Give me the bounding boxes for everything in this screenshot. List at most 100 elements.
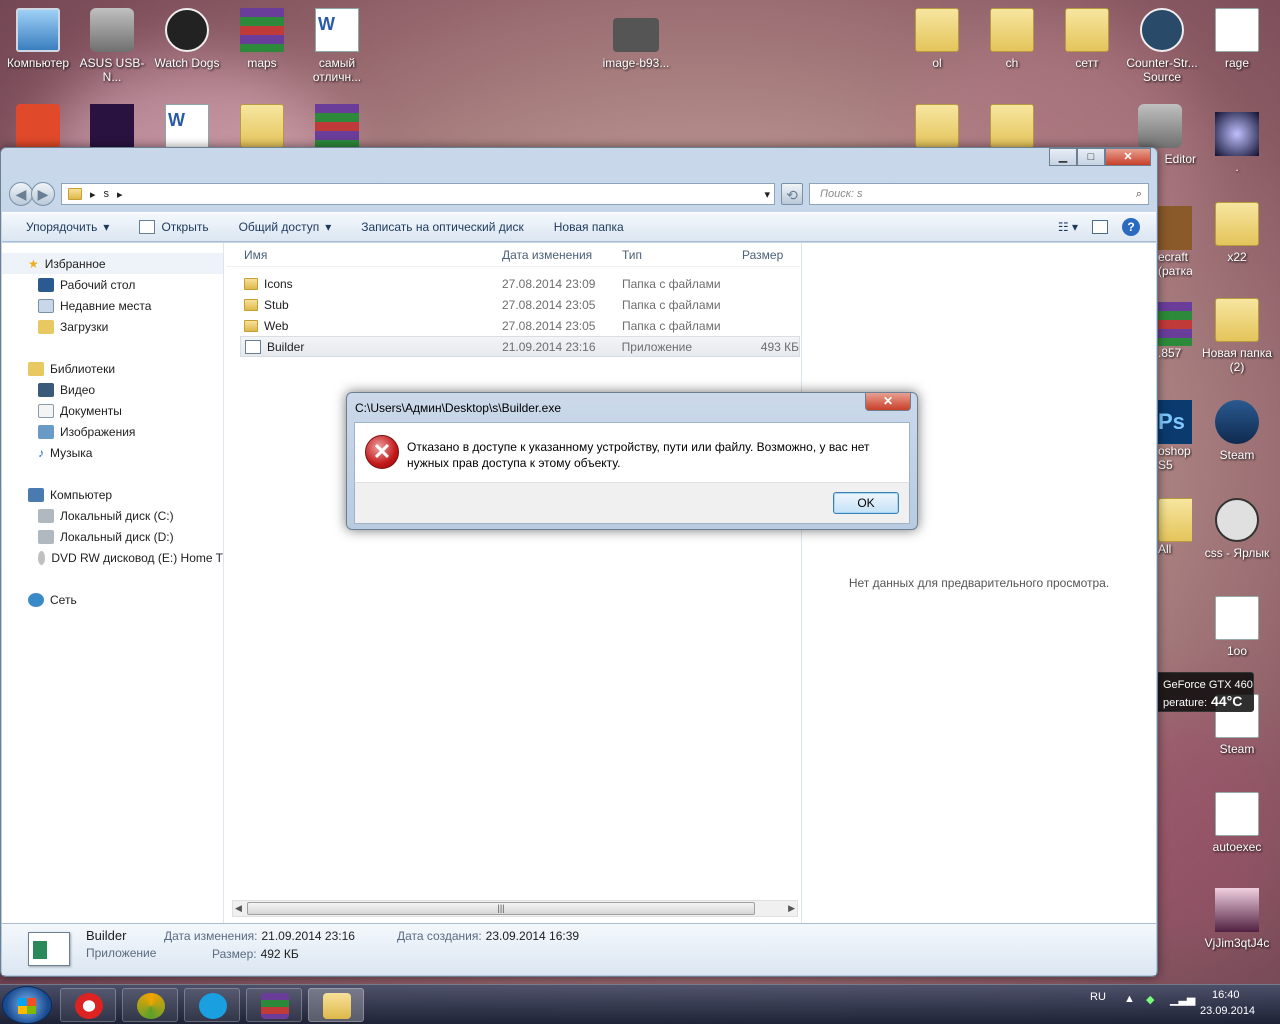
- folder-icon: [244, 277, 258, 290]
- folder-icon: [990, 104, 1034, 148]
- explorer-window: ▁ □ ✕ ◀ ▶ ▸ s ▸ ▾ ⟲ Поиск: s ⌕ Упорядочи…: [0, 147, 1158, 977]
- clock-time[interactable]: 16:40: [1212, 989, 1240, 1001]
- new-folder-button[interactable]: Новая папка: [554, 220, 624, 234]
- desktop-icon-word-doc[interactable]: самый отличн...: [299, 8, 375, 84]
- desktop-icon-minecraft[interactable]: ecraft (ратка): [1158, 206, 1192, 278]
- desktop-icon-asus[interactable]: ASUS USB-N...: [74, 8, 150, 84]
- desktop-icon-photoshop[interactable]: Ps oshop S5: [1158, 400, 1192, 472]
- taskbar-winrar[interactable]: [246, 988, 302, 1022]
- desktop-icon-photo[interactable]: VjJim3qtJ4c: [1199, 888, 1275, 950]
- desktop-icon-minecraft-monster[interactable]: [74, 104, 150, 152]
- error-dialog: C:\Users\Админ\Desktop\s\Builder.exe ✕ ✕…: [346, 392, 918, 530]
- nav-disk-d[interactable]: Локальный диск (D:): [2, 526, 223, 547]
- forward-button[interactable]: ▶: [31, 182, 55, 206]
- taskbar-skype[interactable]: [184, 988, 240, 1022]
- desktop-icon-new-folder-2[interactable]: Новая папка (2): [1199, 298, 1275, 374]
- computer-icon: [16, 8, 60, 52]
- scroll-left-icon[interactable]: ◀: [235, 903, 242, 914]
- preview-pane-icon[interactable]: [1092, 220, 1108, 234]
- minimize-button[interactable]: ▁: [1049, 148, 1077, 166]
- nav-images[interactable]: Изображения: [2, 421, 223, 442]
- search-input[interactable]: Поиск: s ⌕: [809, 183, 1149, 205]
- address-dropdown-icon[interactable]: ▾: [764, 188, 770, 201]
- help-icon[interactable]: ?: [1122, 218, 1140, 236]
- close-button[interactable]: ✕: [1105, 148, 1151, 166]
- game-icon: [90, 104, 134, 148]
- desktop-icon-maps[interactable]: maps: [224, 8, 300, 70]
- horizontal-scrollbar[interactable]: ◀ ||| ▶: [232, 900, 798, 917]
- nav-dvd[interactable]: DVD RW дисковод (E:) Home T: [2, 547, 223, 568]
- clock-date[interactable]: 23.09.2014: [1200, 1005, 1255, 1017]
- desktop-icon-pdf[interactable]: [0, 104, 76, 152]
- nav-disk-c[interactable]: Локальный диск (C:): [2, 505, 223, 526]
- breadcrumb-chevron-icon[interactable]: ▸: [117, 188, 123, 201]
- desktop-icon-space[interactable]: .: [1199, 112, 1275, 174]
- nvidia-tray-icon[interactable]: ◆: [1146, 993, 1154, 1006]
- nav-network[interactable]: Сеть: [2, 589, 223, 610]
- column-type[interactable]: Тип: [622, 248, 742, 262]
- open-button[interactable]: Открыть: [139, 220, 209, 234]
- dialog-body: ✕ Отказано в доступе к указанному устрой…: [354, 422, 910, 482]
- desktop-icon-counter-strike[interactable]: Counter-Str... Source: [1124, 8, 1200, 84]
- desktop-icon-folder-ch2[interactable]: [974, 104, 1050, 152]
- desktop-icon-all[interactable]: All: [1158, 498, 1192, 556]
- desktop-icon-x22[interactable]: x22: [1199, 202, 1275, 264]
- desktop-icon-word-doc-2[interactable]: [149, 104, 225, 152]
- column-size[interactable]: Размер: [742, 248, 800, 262]
- file-row-web[interactable]: Web 27.08.2014 23:05 Папка с файлами: [240, 315, 800, 336]
- desktop-icon-857[interactable]: .857: [1158, 302, 1192, 360]
- burn-disc-button[interactable]: Записать на оптический диск: [361, 220, 524, 234]
- desktop-icon-steam[interactable]: Steam: [1199, 400, 1275, 462]
- maximize-button[interactable]: □: [1077, 148, 1105, 166]
- nav-desktop[interactable]: Рабочий стол: [2, 274, 223, 295]
- desktop-icon-sett[interactable]: сетт: [1049, 8, 1125, 70]
- nav-downloads[interactable]: Загрузки: [2, 316, 223, 337]
- show-hidden-icons[interactable]: ▲: [1124, 993, 1135, 1005]
- desktop-icon-image[interactable]: image-b93...: [598, 18, 674, 70]
- nav-computer[interactable]: Компьютер: [2, 484, 223, 505]
- network-signal-icon[interactable]: ▁▃▅: [1170, 993, 1195, 1006]
- share-button[interactable]: Общий доступ ▾: [239, 220, 332, 234]
- images-icon: [38, 424, 54, 439]
- ok-button[interactable]: OK: [833, 492, 899, 514]
- desktop-icon-ch[interactable]: ch: [974, 8, 1050, 70]
- taskbar-explorer[interactable]: [308, 988, 364, 1022]
- column-date[interactable]: Дата изменения: [502, 248, 622, 262]
- nav-favorites[interactable]: ★ Избранное: [2, 253, 223, 274]
- desktop-icon-computer[interactable]: Компьютер: [0, 8, 76, 70]
- breadcrumb-item-s[interactable]: s: [104, 188, 110, 200]
- desktop-icon-folder-ol2[interactable]: [899, 104, 975, 152]
- address-bar[interactable]: ▸ s ▸ ▾: [61, 183, 775, 205]
- file-row-icons[interactable]: Icons 27.08.2014 23:09 Папка с файлами: [240, 273, 800, 294]
- text-file-icon: [1215, 8, 1259, 52]
- explorer-icon: [323, 993, 351, 1019]
- star-icon: ★: [28, 256, 39, 271]
- file-row-stub[interactable]: Stub 27.08.2014 23:05 Папка с файлами: [240, 294, 800, 315]
- nav-recent[interactable]: Недавние места: [2, 295, 223, 316]
- file-row-builder[interactable]: Builder 21.09.2014 23:16 Приложение 493 …: [240, 336, 800, 357]
- taskbar-game[interactable]: [122, 988, 178, 1022]
- desktop-icon-autoexec[interactable]: autoexec: [1199, 792, 1275, 854]
- start-button[interactable]: [2, 986, 52, 1024]
- nav-video[interactable]: Видео: [2, 379, 223, 400]
- nav-music[interactable]: ♪ Музыка: [2, 442, 223, 463]
- desktop-icon-rage[interactable]: rage: [1199, 8, 1275, 70]
- desktop-icon-css-shortcut[interactable]: css - Ярлык: [1199, 498, 1275, 560]
- scroll-right-icon[interactable]: ▶: [788, 903, 795, 914]
- column-name[interactable]: Имя: [226, 248, 502, 262]
- taskbar-yandex[interactable]: [60, 988, 116, 1022]
- dialog-close-button[interactable]: ✕: [865, 393, 911, 411]
- view-options-icon[interactable]: ☷ ▾: [1058, 220, 1078, 234]
- refresh-button[interactable]: ⟲: [781, 183, 803, 205]
- back-button[interactable]: ◀: [9, 182, 33, 206]
- organize-button[interactable]: Упорядочить ▾: [26, 220, 109, 234]
- nav-libraries[interactable]: Библиотеки: [2, 358, 223, 379]
- language-indicator[interactable]: RU: [1090, 991, 1106, 1003]
- desktop-icon-rar-2[interactable]: [299, 104, 375, 152]
- desktop-icon-folder-2[interactable]: [224, 104, 300, 152]
- nav-documents[interactable]: Документы: [2, 400, 223, 421]
- desktop-icon-ol[interactable]: ol: [899, 8, 975, 70]
- scrollbar-thumb[interactable]: |||: [247, 902, 755, 915]
- desktop-icon-watch-dogs[interactable]: Watch Dogs: [149, 8, 225, 70]
- desktop-icon-1oo[interactable]: 1oo: [1199, 596, 1275, 658]
